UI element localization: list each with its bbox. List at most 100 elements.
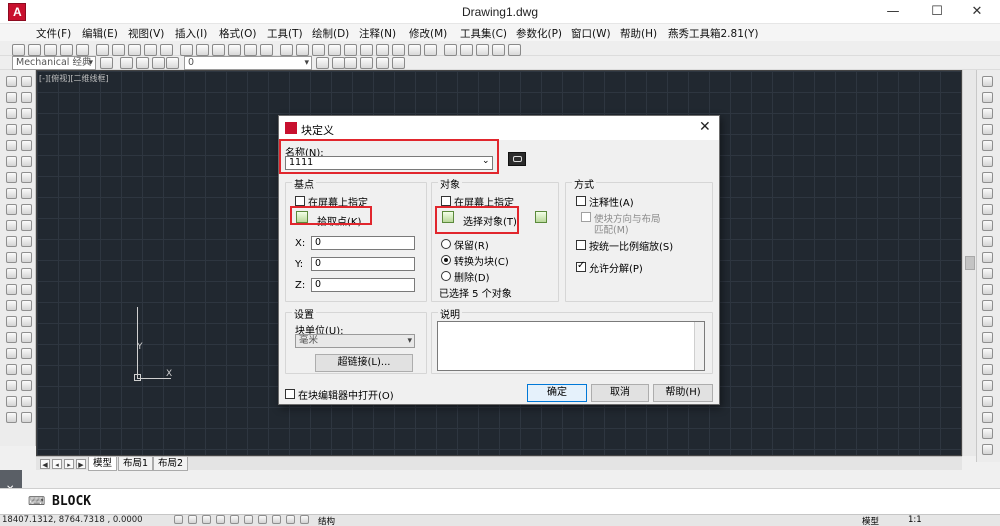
dyn-icon[interactable] <box>272 515 281 524</box>
rotate-icon[interactable] <box>21 172 32 183</box>
dim-baseline-icon[interactable] <box>408 44 421 56</box>
measure-icon[interactable] <box>6 396 17 407</box>
objects-specify-checkbox[interactable] <box>441 196 451 206</box>
tab-layout2[interactable]: 布局2 <box>153 457 189 471</box>
menu-file[interactable]: 文件(F) <box>36 26 71 41</box>
redo-icon[interactable] <box>160 44 173 56</box>
minimize-button[interactable]: — <box>870 0 916 24</box>
snap-face-icon[interactable] <box>982 396 993 407</box>
pick-point-button[interactable]: 拾取点(K) <box>317 213 361 228</box>
help-button[interactable]: 帮助(H) <box>653 384 713 402</box>
explode-icon[interactable] <box>21 348 32 359</box>
circle-icon[interactable] <box>6 172 17 183</box>
tolerance-icon[interactable] <box>444 44 457 56</box>
snap-parallel-icon[interactable] <box>982 252 993 263</box>
zoom-window-icon[interactable] <box>212 44 225 56</box>
menu-window[interactable]: 窗口(W) <box>571 26 611 41</box>
new-file-icon[interactable] <box>12 44 25 56</box>
revision-cloud-icon[interactable] <box>6 188 17 199</box>
ok-button[interactable]: 确定 <box>527 384 587 402</box>
allow-exploding-checkbox[interactable] <box>576 260 586 272</box>
edit-text-icon[interactable] <box>21 396 32 407</box>
snap-tangent-icon[interactable] <box>982 220 993 231</box>
layer-freeze-icon[interactable] <box>392 57 405 69</box>
block-unit-select[interactable]: 毫米 <box>295 334 415 348</box>
annotation-scale[interactable]: 1:1 <box>908 515 922 525</box>
table-icon[interactable] <box>6 348 17 359</box>
snap-icon[interactable] <box>6 412 17 423</box>
quick-dim-icon[interactable] <box>392 44 405 56</box>
menu-toolsets[interactable]: 工具集(C) <box>460 26 507 41</box>
properties-icon[interactable] <box>244 44 257 56</box>
blend-curves-icon[interactable] <box>21 332 32 343</box>
snap-center-icon[interactable] <box>982 188 993 199</box>
grid-icon[interactable] <box>188 515 197 524</box>
undo-icon[interactable] <box>144 44 157 56</box>
osnap-icon[interactable] <box>230 515 239 524</box>
layer-unisolate-icon[interactable] <box>360 57 373 69</box>
y-input[interactable]: 0 <box>311 257 415 271</box>
pan-icon[interactable] <box>180 44 193 56</box>
zoom-realtime-icon[interactable] <box>196 44 209 56</box>
temp-track-icon[interactable] <box>982 76 993 87</box>
scrollbar-thumb[interactable] <box>965 256 975 270</box>
dim-radius-icon[interactable] <box>344 44 357 56</box>
snap-quadrant-icon[interactable] <box>982 204 993 215</box>
rectangle-icon[interactable] <box>6 140 17 151</box>
tab-layout1[interactable]: 布局1 <box>118 457 154 471</box>
select-objects-icon[interactable] <box>442 211 454 223</box>
z-input[interactable]: 0 <box>311 278 415 292</box>
annotative-checkbox[interactable] <box>576 196 586 206</box>
workspace-select[interactable]: Mechanical 经典 <box>12 56 96 70</box>
copy-icon[interactable] <box>112 44 125 56</box>
dim-update-icon[interactable] <box>508 44 521 56</box>
line-icon[interactable] <box>6 76 17 87</box>
preview-icon[interactable] <box>76 44 89 56</box>
snap-nearest-icon[interactable] <box>982 300 993 311</box>
erase-icon[interactable] <box>21 76 32 87</box>
point-icon[interactable] <box>6 284 17 295</box>
dim-arc-icon[interactable] <box>312 44 325 56</box>
snap-intersection-icon[interactable] <box>982 140 993 151</box>
construction-line-icon[interactable] <box>6 92 17 103</box>
copy-object-icon[interactable] <box>21 92 32 103</box>
osnap-settings-icon[interactable] <box>982 332 993 343</box>
lightbulb-icon[interactable] <box>152 57 165 69</box>
multiline-text-icon[interactable] <box>6 364 17 375</box>
layer-isolate-icon[interactable] <box>344 57 357 69</box>
menu-yanxiu-toolbox[interactable]: 燕秀工具箱2.81(Y) <box>668 26 759 41</box>
layer-select[interactable]: 0 <box>184 56 312 70</box>
chevron-down-icon[interactable]: ⌄ <box>482 156 490 166</box>
make-current-icon[interactable] <box>316 57 329 69</box>
vertical-scrollbar[interactable] <box>962 70 976 456</box>
array-icon[interactable] <box>21 140 32 151</box>
prev-tab-icon[interactable]: ◂ <box>52 459 62 469</box>
paste-icon[interactable] <box>128 44 141 56</box>
layer-properties-icon[interactable] <box>120 57 133 69</box>
menu-modify[interactable]: 修改(M) <box>409 26 447 41</box>
autocad-logo-icon[interactable] <box>8 3 26 21</box>
make-block-icon[interactable] <box>6 268 17 279</box>
first-tab-icon[interactable]: ◀ <box>40 459 50 469</box>
polygon-icon[interactable] <box>6 124 17 135</box>
tab-model[interactable]: 模型 <box>88 457 118 471</box>
snap-vertex-icon[interactable] <box>982 428 993 439</box>
open-file-icon[interactable] <box>28 44 41 56</box>
scale-icon[interactable] <box>21 188 32 199</box>
menu-tools[interactable]: 工具(T) <box>267 26 303 41</box>
snap-3d-icon[interactable] <box>982 348 993 359</box>
dialog-close-icon[interactable]: ✕ <box>699 119 711 135</box>
ducs-icon[interactable] <box>258 515 267 524</box>
lineweight-icon[interactable] <box>286 515 295 524</box>
block-name-select[interactable]: 1111 <box>285 156 493 170</box>
menu-edit[interactable]: 编辑(E) <box>82 26 118 41</box>
menu-insert[interactable]: 插入(I) <box>175 26 207 41</box>
status-extra[interactable]: 结构 <box>318 515 335 526</box>
offset-icon[interactable] <box>21 124 32 135</box>
dim-aligned-icon[interactable] <box>296 44 309 56</box>
cut-icon[interactable] <box>96 44 109 56</box>
base-point-specify-checkbox[interactable] <box>295 196 305 206</box>
open-in-editor-checkbox[interactable] <box>285 389 295 399</box>
move-icon[interactable] <box>21 156 32 167</box>
fillet-icon[interactable] <box>21 316 32 327</box>
